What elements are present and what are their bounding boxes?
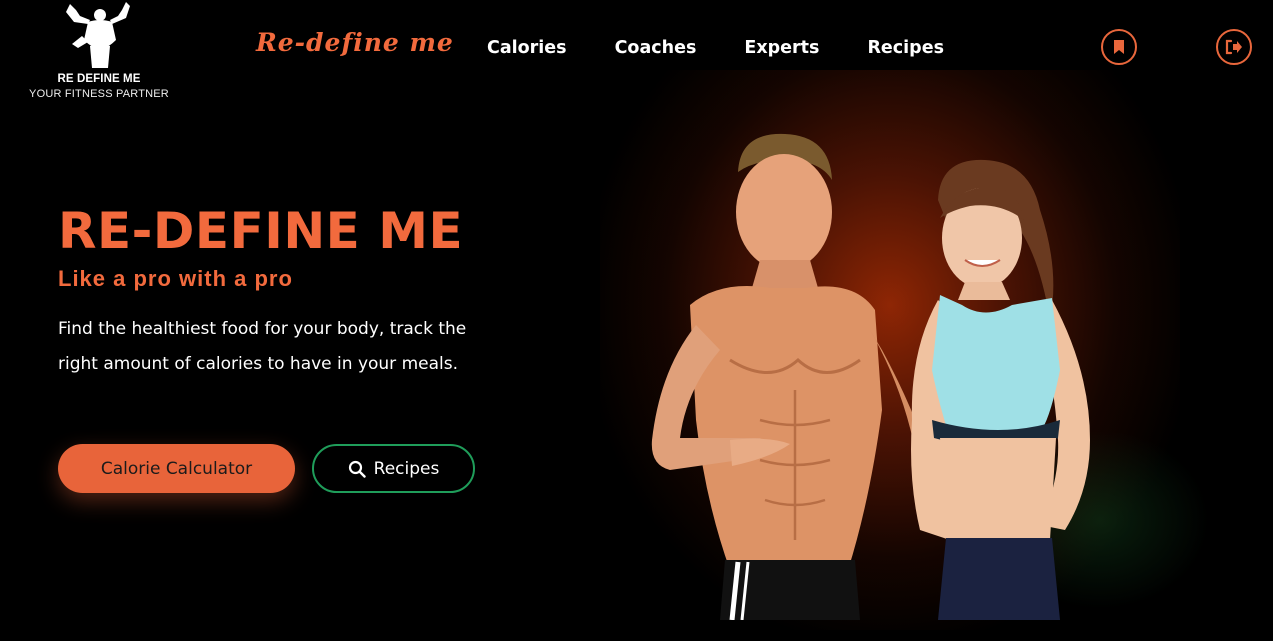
recipes-button[interactable]: Recipes	[312, 444, 475, 493]
search-icon	[348, 460, 366, 478]
logo-title: RE DEFINE ME	[57, 73, 141, 85]
bookmark-button[interactable]	[1101, 29, 1137, 65]
nav-item-recipes[interactable]: Recipes	[867, 38, 944, 58]
bookmark-icon	[1114, 40, 1124, 54]
main-nav: Calories Coaches Experts Recipes	[487, 38, 992, 58]
recipes-button-label: Recipes	[373, 458, 440, 479]
nav-item-experts[interactable]: Experts	[744, 38, 819, 58]
nav-item-coaches[interactable]: Coaches	[615, 38, 697, 58]
logo-subtitle: YOUR FITNESS PARTNER	[29, 88, 169, 100]
hero-fitness-couple-image	[651, 133, 1090, 620]
nav-item-calories[interactable]: Calories	[487, 38, 567, 58]
hero-title: RE-DEFINE ME	[58, 202, 464, 260]
woman-figure	[911, 159, 1090, 620]
logout-icon	[1225, 39, 1242, 55]
calorie-calculator-button[interactable]: Calorie Calculator	[58, 444, 295, 493]
hero-subtitle: Like a pro with a pro	[58, 266, 293, 291]
hero-description: Find the healthiest food for your body, …	[58, 319, 467, 374]
logout-button[interactable]	[1216, 29, 1252, 65]
brand-wordmark[interactable]: Re-define me	[256, 28, 454, 57]
bodybuilder-logo-icon	[66, 2, 130, 68]
logo[interactable]: RE DEFINE ME YOUR FITNESS PARTNER	[26, 0, 172, 104]
